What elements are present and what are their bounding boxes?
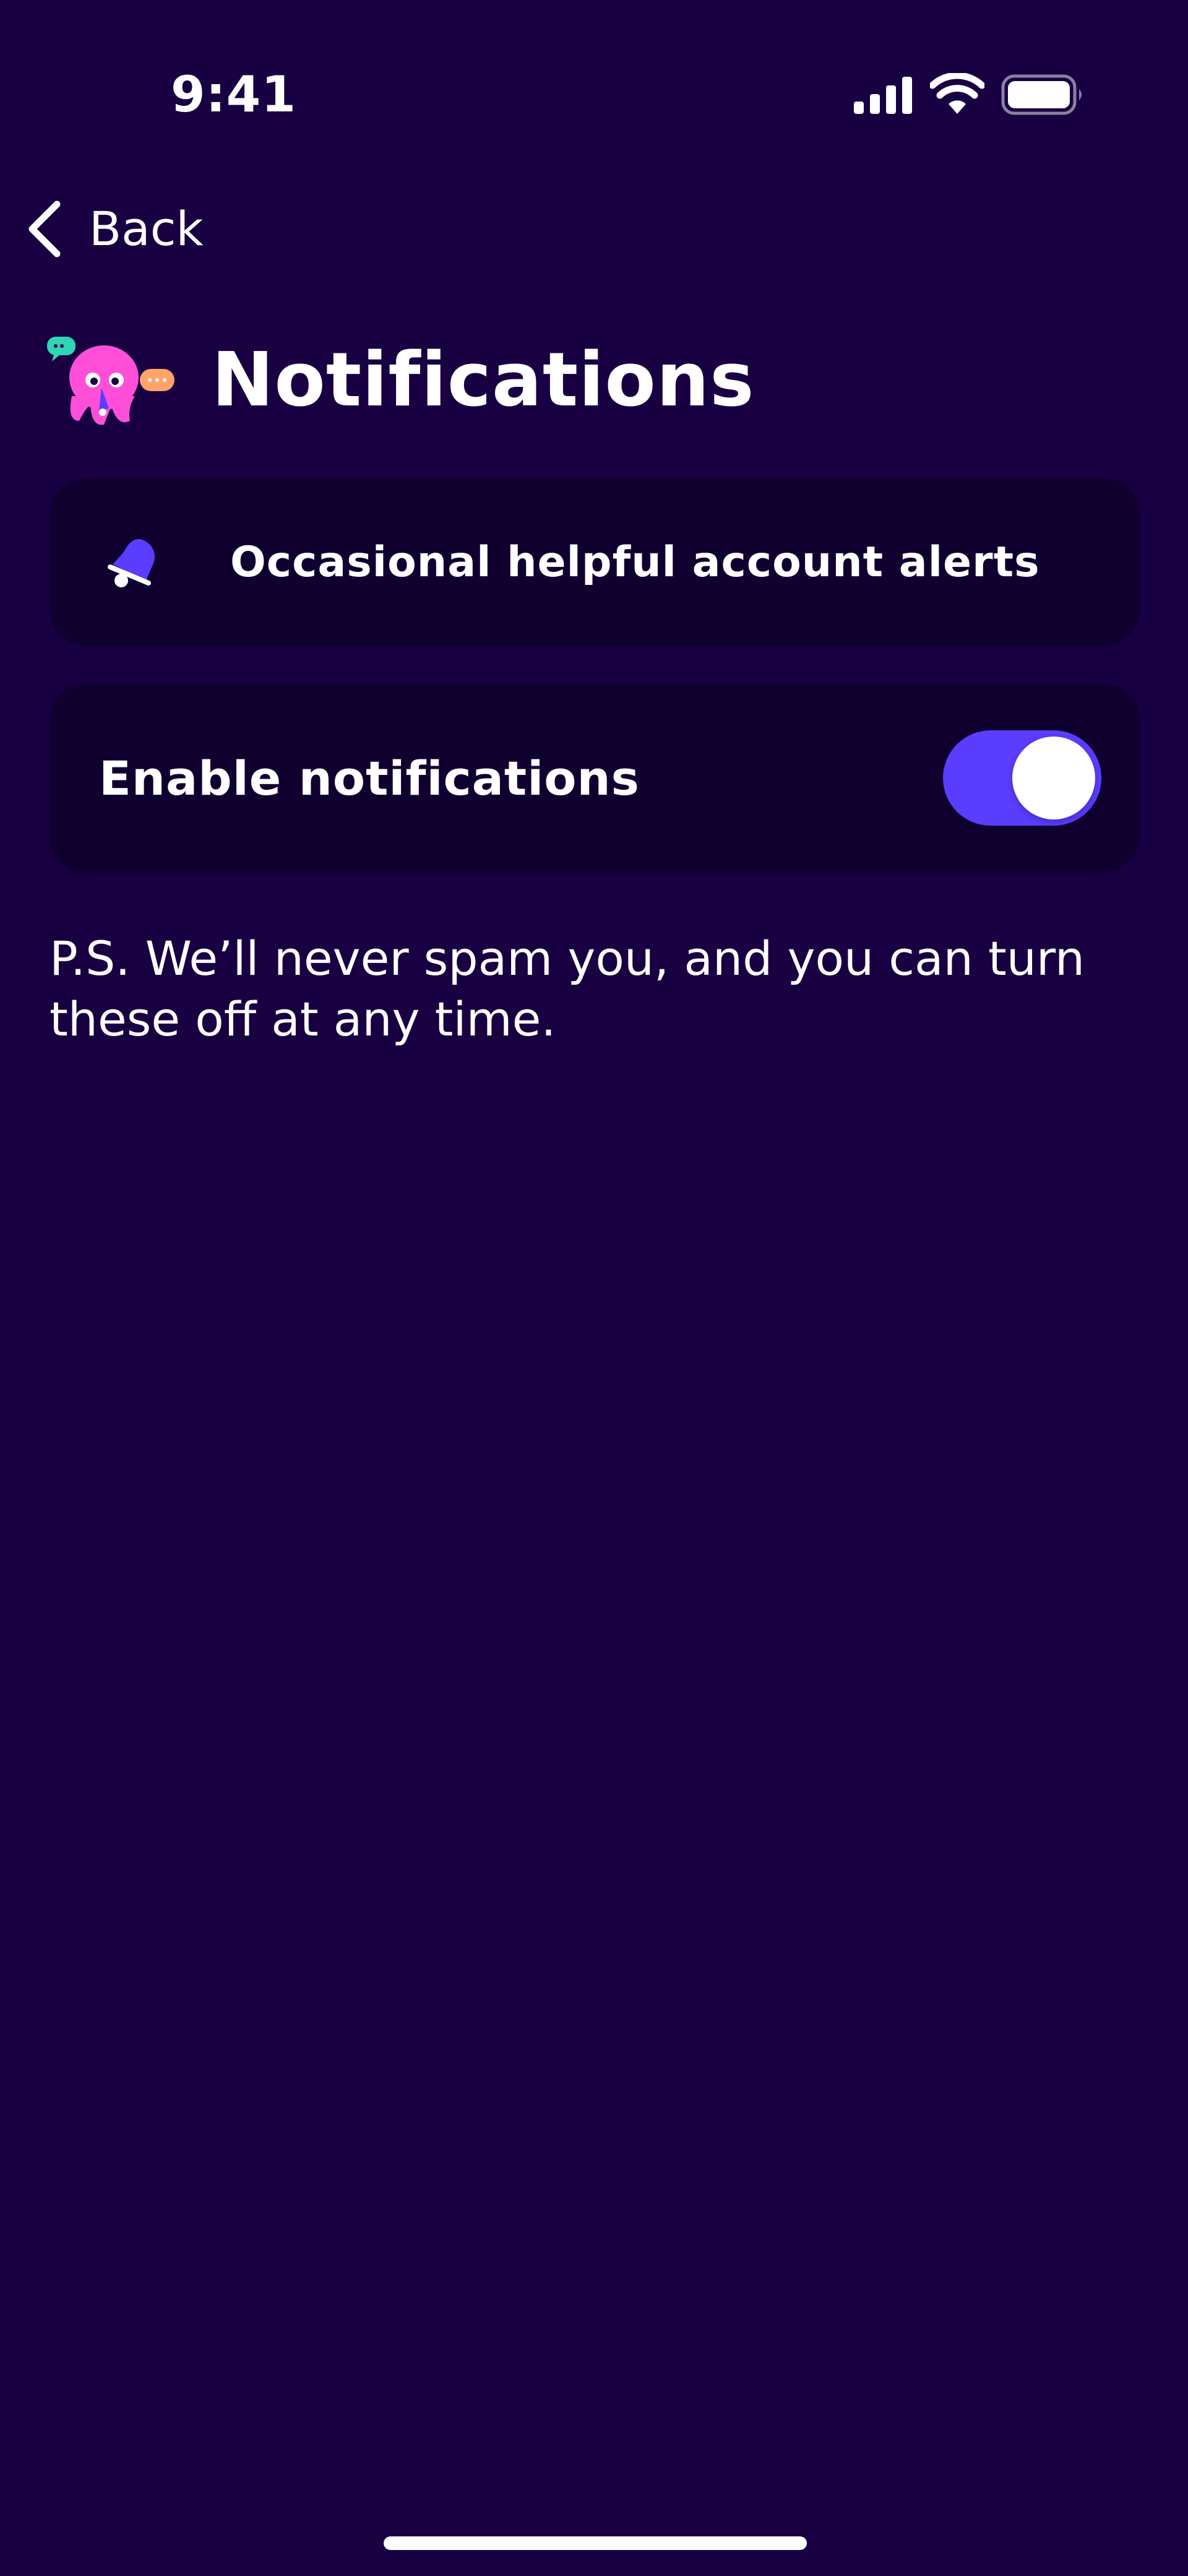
notifications-screen: 9:41 Back Notifications Occasional helpf…	[0, 0, 1188, 2576]
alerts-info-card: Occasional helpful account alerts	[50, 478, 1140, 646]
alerts-info-text: Occasional helpful account alerts	[230, 537, 1040, 587]
enable-notifications-label: Enable notifications	[99, 750, 640, 806]
chevron-left-icon	[28, 201, 61, 257]
status-bar: 9:41	[0, 0, 1188, 186]
enable-notifications-toggle[interactable]	[943, 730, 1101, 826]
page-header: Notifications	[47, 322, 755, 439]
footnote-text: P.S. We’ll never spam you, and you can t…	[50, 931, 1085, 1047]
enable-notifications-row: Enable notifications	[50, 683, 1140, 873]
toggle-knob	[1012, 737, 1095, 819]
page-title: Notifications	[212, 337, 755, 423]
octopus-mascot-icon	[47, 337, 174, 425]
bell-icon	[108, 538, 155, 587]
cellular-signal-icon	[854, 77, 912, 114]
back-label: Back	[89, 201, 204, 256]
battery-icon	[1001, 74, 1082, 115]
status-time: 9:41	[171, 66, 296, 123]
wifi-icon	[930, 73, 984, 114]
back-button[interactable]: Back	[25, 195, 204, 263]
home-indicator[interactable]	[384, 2536, 807, 2550]
